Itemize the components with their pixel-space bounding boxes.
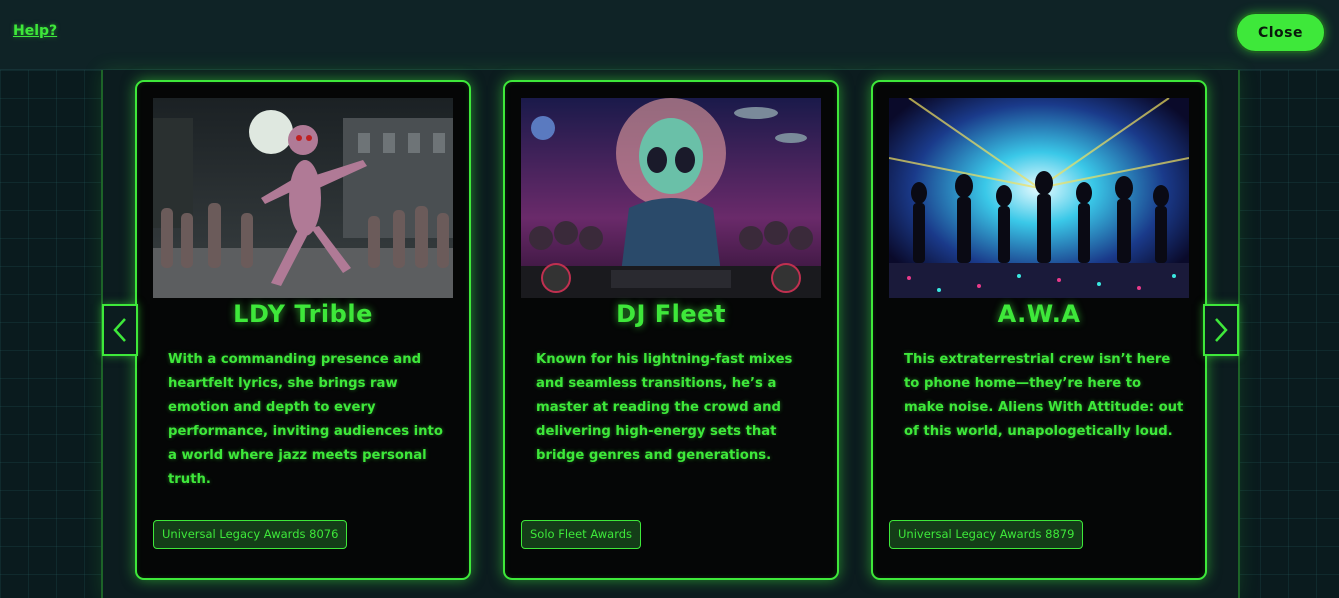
artist-description: With a commanding presence and heartfelt… [168,352,443,487]
artist-description: Known for his lightning-fast mixes and s… [536,352,793,463]
artist-description: This extraterrestrial crew isn’t here to… [904,352,1184,439]
award-badge: Universal Legacy Awards 8879 [889,520,1084,549]
artist-name: A.W.A [997,300,1081,328]
carousel-panel: LDY Trible With a commanding presence an… [101,70,1240,598]
close-button[interactable]: Close [1235,12,1326,53]
artist-card: LDY Trible With a commanding presence an… [135,80,471,580]
chevron-left-icon [113,318,126,342]
artist-image [153,98,453,298]
previous-button[interactable] [102,304,138,356]
artist-card: A.W.A This extraterrestrial crew isn’t h… [871,80,1207,580]
artist-name: LDY Trible [233,300,373,328]
artist-image [889,98,1189,298]
top-bar: Help? Close [0,0,1339,70]
next-button[interactable] [1203,304,1239,356]
artist-image [521,98,821,298]
help-link[interactable]: Help? [13,23,57,39]
artist-name: DJ Fleet [616,300,726,328]
artist-card: DJ Fleet Known for his lightning-fast mi… [503,80,839,580]
award-badge: Solo Fleet Awards [521,520,642,549]
carousel-stage: LDY Trible With a commanding presence an… [0,70,1339,598]
chevron-right-icon [1215,318,1228,342]
award-badge: Universal Legacy Awards 8076 [153,520,348,549]
